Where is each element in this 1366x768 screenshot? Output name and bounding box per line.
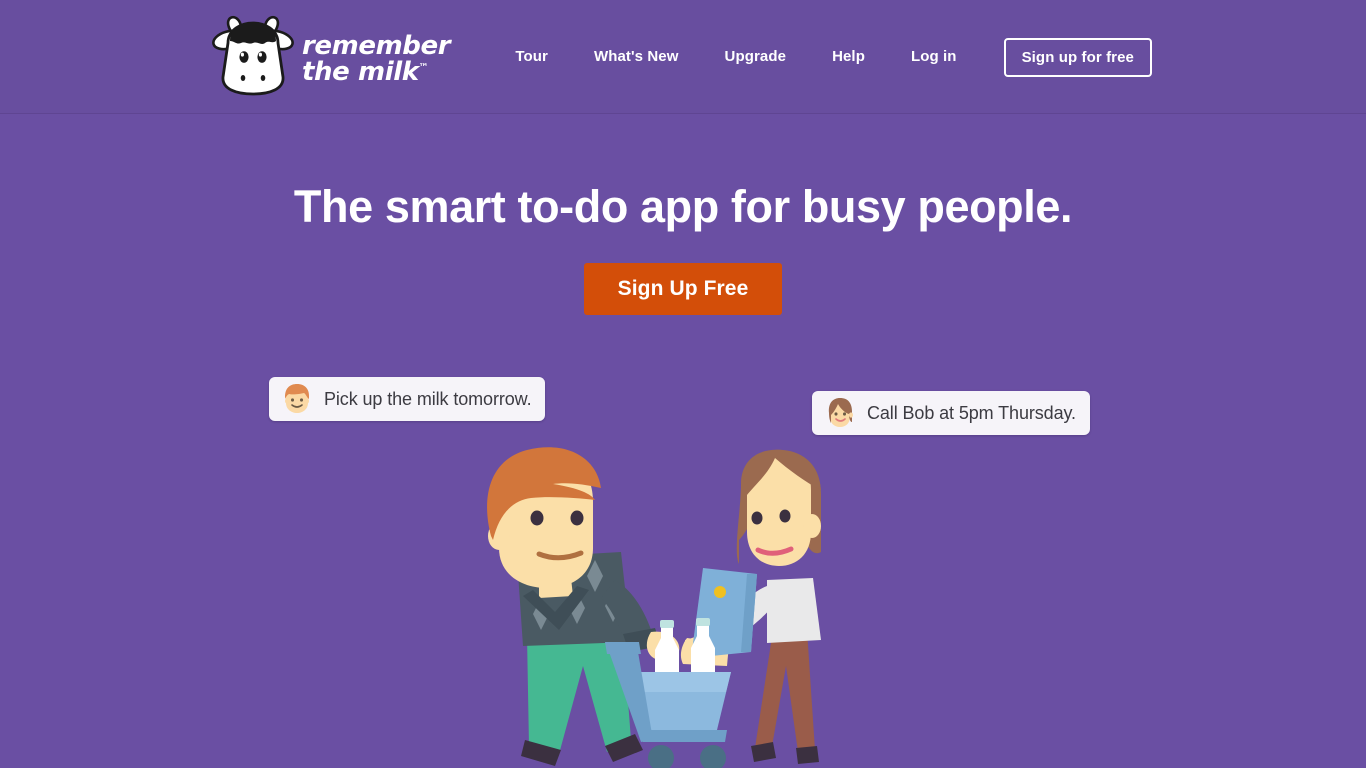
task-bubble-left[interactable]: Pick up the milk tomorrow. <box>269 377 546 421</box>
nav-link-whats-new[interactable]: What's New <box>571 0 702 114</box>
sign-up-free-button[interactable]: Sign Up Free <box>584 263 782 315</box>
male-avatar-icon <box>285 384 309 413</box>
female-avatar-icon <box>828 398 853 427</box>
logo-wordmark-line1: remember <box>302 31 451 61</box>
nav-link-log-in[interactable]: Log in <box>888 0 980 114</box>
task-bubble-right-text: Call Bob at 5pm Thursday. <box>867 402 1076 423</box>
site-header: remember the milk™ Tour What's New Upgra… <box>0 0 1366 114</box>
logo-wordmark: remember the milk™ <box>302 27 451 87</box>
cow-logo-icon <box>212 15 294 96</box>
nav-link-upgrade[interactable]: Upgrade <box>702 0 810 114</box>
logo-link[interactable]: remember the milk™ <box>212 10 451 102</box>
main-navigation: Tour What's New Upgrade Help Log in Sign… <box>492 0 1366 114</box>
nav-link-tour[interactable]: Tour <box>492 0 571 114</box>
task-bubble-left-text: Pick up the milk tomorrow. <box>324 388 532 409</box>
signup-for-free-button[interactable]: Sign up for free <box>1003 37 1152 77</box>
nav-link-help[interactable]: Help <box>809 0 888 114</box>
logo-trademark: ™ <box>418 62 429 74</box>
page-title: The smart to-do app for busy people. <box>293 181 1073 232</box>
shopping-couple-illustration <box>487 447 821 768</box>
task-bubble-right[interactable]: Call Bob at 5pm Thursday. <box>812 391 1090 435</box>
logo-wordmark-line2: the milk <box>302 57 419 87</box>
landing-page: remember the milk™ Tour What's New Upgra… <box>0 0 1366 768</box>
